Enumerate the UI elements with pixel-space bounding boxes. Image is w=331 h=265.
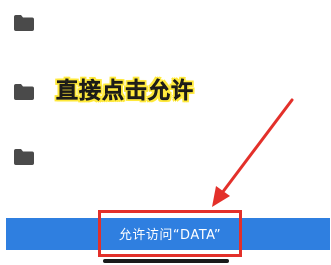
home-indicator[interactable]	[103, 259, 229, 263]
folder-icon	[14, 149, 34, 165]
instruction-annotation: 直接点击允许	[56, 79, 195, 105]
allow-access-button[interactable]	[6, 218, 330, 250]
folder-icon	[14, 84, 34, 100]
file-access-screen: 直接点击允许 允许访问“DATA”	[0, 0, 331, 265]
folder-item[interactable]	[0, 8, 331, 38]
folder-item[interactable]	[0, 142, 331, 172]
folder-icon	[14, 15, 34, 31]
